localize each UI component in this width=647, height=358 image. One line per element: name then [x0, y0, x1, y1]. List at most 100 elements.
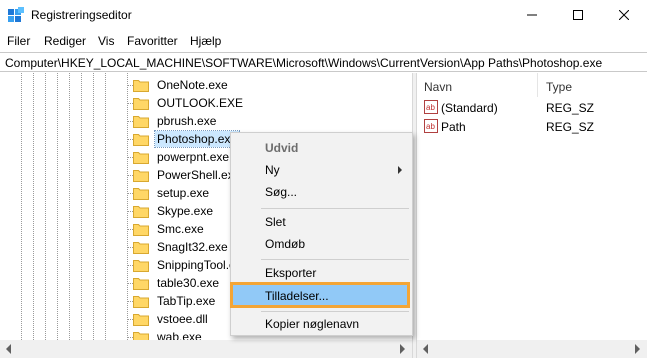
menu-item-label: Slet — [265, 215, 286, 229]
tree-item-selected[interactable]: Photoshop.exe — [133, 130, 241, 148]
value-type: REG_SZ — [546, 101, 595, 115]
tree-item-label: OUTLOOK.EXE — [157, 96, 244, 110]
tree-guide — [57, 73, 58, 358]
menu-file[interactable]: Filer — [7, 34, 30, 48]
menu-item-label: Kopier nøglenavn — [265, 317, 360, 331]
folder-icon — [133, 223, 149, 236]
tree-item[interactable]: OneNote.exe — [133, 76, 230, 94]
menu-item-label: Omdøb — [265, 237, 306, 251]
tree-item-label: Skype.exe — [157, 204, 214, 218]
tree-guide — [81, 73, 82, 358]
tree-item-label: Smc.exe — [157, 222, 204, 236]
tree-item[interactable]: vstoee.dll — [133, 310, 210, 328]
menu-item-copy-key-name[interactable]: Kopier nøglenavn — [233, 313, 410, 335]
folder-icon — [133, 259, 149, 272]
menu-item-new[interactable]: Ny — [233, 159, 410, 181]
menu-view[interactable]: Vis — [98, 34, 114, 48]
tree-item[interactable]: OUTLOOK.EXE — [133, 94, 245, 112]
tree-item[interactable]: Skype.exe — [133, 202, 215, 220]
value-row[interactable]: ab (Standard) REG_SZ — [417, 98, 647, 118]
menu-item-rename[interactable]: Omdøb — [233, 233, 410, 255]
string-value-icon: ab — [424, 100, 438, 114]
menu-favorites[interactable]: Favoritter — [127, 34, 178, 48]
tree-item-label: Photoshop.exe — [153, 130, 241, 148]
column-name-header[interactable]: Navn — [424, 73, 452, 97]
scroll-right-icon[interactable] — [635, 344, 640, 354]
folder-icon — [133, 313, 149, 326]
value-name: (Standard) — [441, 101, 498, 115]
svg-text:ab: ab — [426, 103, 435, 112]
folder-icon — [133, 151, 149, 164]
folder-icon — [133, 241, 149, 254]
tree-item[interactable]: table30.exe — [133, 274, 221, 292]
folder-icon — [133, 295, 149, 308]
submenu-arrow-icon — [398, 166, 402, 174]
window-title: Registreringseditor — [31, 8, 132, 22]
values-pane[interactable]: Navn Type ab (Standard) REG_SZ ab Path R… — [417, 73, 647, 358]
tree-item[interactable]: TabTip.exe — [133, 292, 217, 310]
menu-item-label: Ny — [265, 163, 280, 177]
tree-item-label: table30.exe — [157, 276, 220, 290]
registry-editor-icon — [8, 7, 24, 22]
address-path[interactable]: Computer\HKEY_LOCAL_MACHINE\SOFTWARE\Mic… — [5, 56, 602, 70]
column-type-header[interactable]: Type — [546, 73, 572, 97]
tree-guide — [45, 73, 46, 358]
column-divider[interactable] — [537, 73, 538, 97]
tree-item[interactable]: setup.exe — [133, 184, 211, 202]
folder-icon — [133, 205, 149, 218]
tree-item-label: setup.exe — [157, 186, 210, 200]
menu-item-expand: Udvid — [233, 137, 410, 159]
folder-icon — [133, 79, 149, 92]
tree-guide — [105, 73, 106, 358]
menu-item-label: Søg... — [265, 185, 298, 199]
tree-item[interactable]: pbrush.exe — [133, 112, 218, 130]
tree-guide — [21, 73, 22, 358]
folder-icon — [133, 133, 149, 146]
title-bar: Registreringseditor — [0, 0, 647, 30]
menu-help[interactable]: Hjælp — [190, 34, 221, 48]
tree-item[interactable]: PowerShell.exe — [133, 166, 242, 184]
tree-horizontal-scrollbar[interactable] — [0, 340, 412, 358]
folder-icon — [133, 277, 149, 290]
tree-item[interactable]: powerpnt.exe — [133, 148, 231, 166]
focus-highlight-frame — [230, 282, 410, 308]
menu-separator — [261, 208, 409, 209]
menu-item-find[interactable]: Søg... — [233, 181, 410, 203]
menu-item-delete[interactable]: Slet — [233, 211, 410, 233]
minimize-button[interactable] — [509, 0, 555, 30]
menu-bar: Filer Rediger Vis Favoritter Hjælp — [0, 31, 647, 51]
menu-separator — [261, 311, 409, 312]
string-value-icon: ab — [424, 119, 438, 133]
folder-icon — [133, 169, 149, 182]
value-type: REG_SZ — [546, 120, 595, 134]
scroll-left-icon[interactable] — [423, 344, 428, 354]
tree-item-label: SnagIt32.exe — [157, 240, 228, 254]
value-row[interactable]: ab Path REG_SZ — [417, 117, 647, 137]
tree-item[interactable]: Smc.exe — [133, 220, 206, 238]
close-icon — [619, 10, 629, 20]
folder-icon — [133, 97, 149, 110]
scroll-right-icon[interactable] — [400, 344, 405, 354]
tree-item-label: powerpnt.exe — [157, 150, 230, 164]
tree-guide — [127, 73, 128, 358]
tree-item-label: TabTip.exe — [157, 294, 216, 308]
tree-item[interactable]: SnagIt32.exe — [133, 238, 230, 256]
tree-guide — [93, 73, 94, 358]
maximize-button[interactable] — [555, 0, 601, 30]
address-bar[interactable]: Computer\HKEY_LOCAL_MACHINE\SOFTWARE\Mic… — [0, 52, 647, 72]
menu-item-label: Eksporter — [265, 266, 317, 280]
menu-item-label: Udvid — [265, 141, 299, 155]
menu-item-export[interactable]: Eksporter — [233, 262, 410, 284]
maximize-icon — [573, 10, 583, 20]
tree-item-label: vstoee.dll — [157, 312, 208, 326]
close-button[interactable] — [601, 0, 647, 30]
values-horizontal-scrollbar[interactable] — [417, 340, 647, 358]
folder-icon — [133, 115, 149, 128]
minimize-icon — [527, 14, 537, 16]
tree-guide — [69, 73, 70, 358]
menu-edit[interactable]: Rediger — [44, 34, 86, 48]
tree-guide — [33, 73, 34, 358]
folder-icon — [133, 187, 149, 200]
svg-text:ab: ab — [426, 122, 435, 131]
scroll-left-icon[interactable] — [6, 344, 11, 354]
